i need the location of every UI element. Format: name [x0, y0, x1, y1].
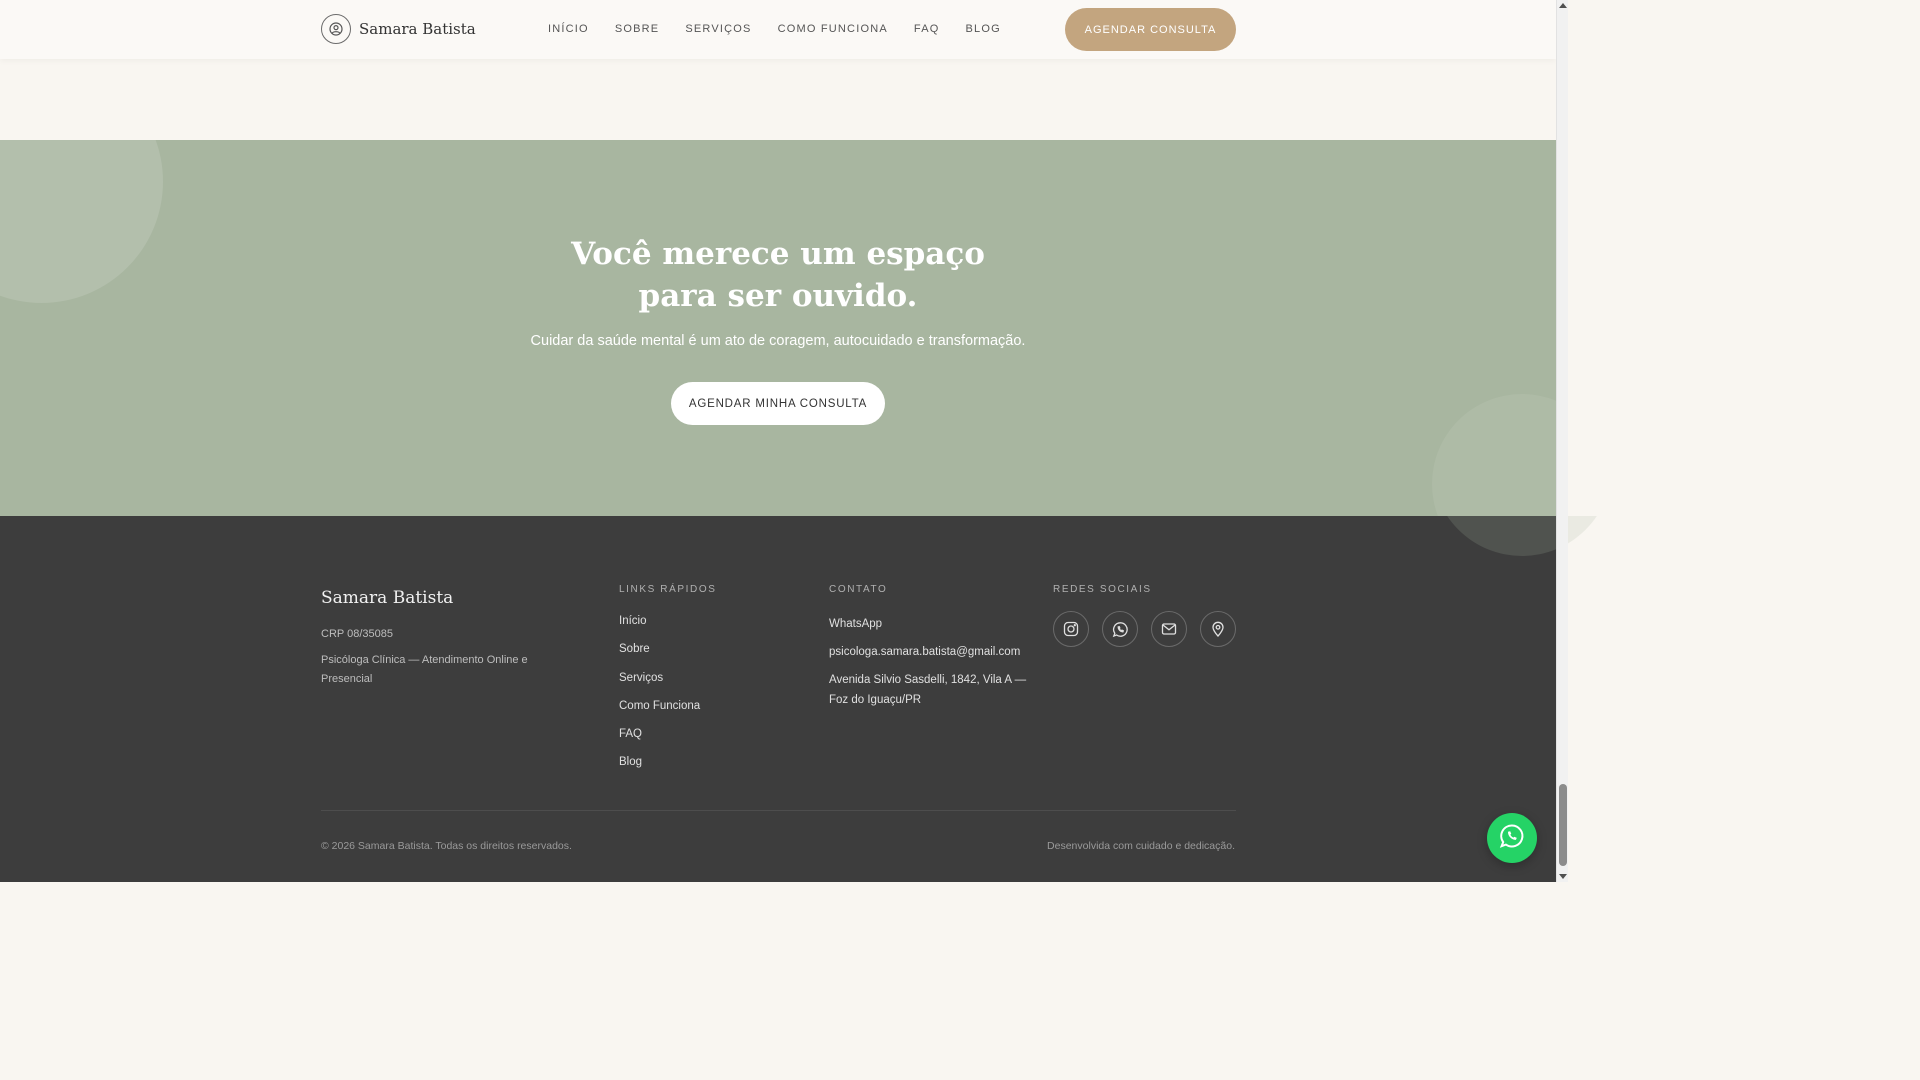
- schedule-my-appointment-button[interactable]: AGENDAR MINHA CONSULTA: [671, 382, 885, 425]
- cta-title: Você merece um espaço para ser ouvido.: [571, 236, 985, 314]
- contact-heading: CONTATO: [829, 584, 888, 595]
- decorative-circle: [1432, 394, 1556, 516]
- whatsapp-icon: [1499, 823, 1525, 853]
- nav-link-blog[interactable]: BLOG: [966, 23, 1001, 35]
- social-links: [1053, 611, 1236, 647]
- footer-link-blog[interactable]: Blog: [619, 755, 700, 783]
- scroll-down-arrow-icon[interactable]: [1559, 874, 1567, 879]
- map-pin-icon[interactable]: [1200, 611, 1236, 647]
- contact-address: Avenida Silvio Sasdelli, 1842, Vila A — …: [829, 674, 1027, 706]
- user-circle-icon: [321, 14, 351, 44]
- section-end-band: [0, 59, 1556, 140]
- schedule-appointment-button[interactable]: AGENDAR CONSULTA: [1065, 8, 1236, 51]
- instagram-icon[interactable]: [1053, 611, 1089, 647]
- nav-link-sobre[interactable]: SOBRE: [615, 23, 660, 35]
- contact-info: WhatsApp psicologa.samara.batista@gmail.…: [829, 614, 1029, 710]
- footer-link-servicos[interactable]: Serviços: [619, 671, 700, 699]
- footer-brand: Samara Batista: [321, 588, 454, 608]
- cta-section: Você merece um espaço para ser ouvido. C…: [0, 140, 1556, 516]
- footer-link-inicio[interactable]: Início: [619, 614, 700, 642]
- decorative-circle: [1432, 516, 1612, 556]
- social-heading: REDES SOCIAIS: [1053, 584, 1152, 595]
- contact-whatsapp-link[interactable]: WhatsApp: [829, 614, 1029, 634]
- nav-link-inicio[interactable]: INÍCIO: [548, 23, 589, 35]
- footer-link-sobre[interactable]: Sobre: [619, 642, 700, 670]
- whatsapp-float-button[interactable]: [1487, 813, 1537, 863]
- brand-logo[interactable]: Samara Batista: [321, 14, 476, 44]
- cta-subtitle: Cuidar da saúde mental é um ato de corag…: [530, 333, 1026, 349]
- site-footer: Samara Batista CRP 08/35085 Psicóloga Cl…: [0, 516, 1556, 882]
- decorative-circle: [0, 140, 163, 303]
- page-scrollbar[interactable]: [1556, 0, 1568, 882]
- whatsapp-icon[interactable]: [1102, 611, 1138, 647]
- mail-icon[interactable]: [1151, 611, 1187, 647]
- footer-description: Psicóloga Clínica — Atendimento Online e…: [321, 654, 528, 685]
- main-nav: INÍCIO SOBRE SERVIÇOS COMO FUNCIONA FAQ …: [548, 23, 1027, 35]
- quick-links: Início Sobre Serviços Como Funciona FAQ …: [619, 614, 700, 784]
- links-heading: LINKS RÁPIDOS: [619, 584, 717, 595]
- nav-link-como-funciona[interactable]: COMO FUNCIONA: [778, 23, 888, 35]
- footer-credit: Desenvolvida com cuidado e dedicação.: [1047, 840, 1235, 852]
- scrollbar-thumb[interactable]: [1559, 784, 1567, 866]
- site-header: Samara Batista INÍCIO SOBRE SERVIÇOS COM…: [0, 0, 1556, 59]
- footer-crp: CRP 08/35085: [321, 628, 393, 640]
- nav-link-servicos[interactable]: SERVIÇOS: [685, 23, 751, 35]
- nav-link-faq[interactable]: FAQ: [914, 23, 940, 35]
- footer-link-como-funciona[interactable]: Como Funciona: [619, 699, 700, 727]
- scroll-up-arrow-icon[interactable]: [1559, 3, 1567, 8]
- footer-link-faq[interactable]: FAQ: [619, 727, 700, 755]
- footer-divider: [321, 810, 1236, 811]
- copyright: © 2026 Samara Batista. Todas os direitos…: [321, 840, 572, 852]
- contact-email-link[interactable]: psicologa.samara.batista@gmail.com: [829, 642, 1029, 662]
- brand-name: Samara Batista: [359, 20, 476, 38]
